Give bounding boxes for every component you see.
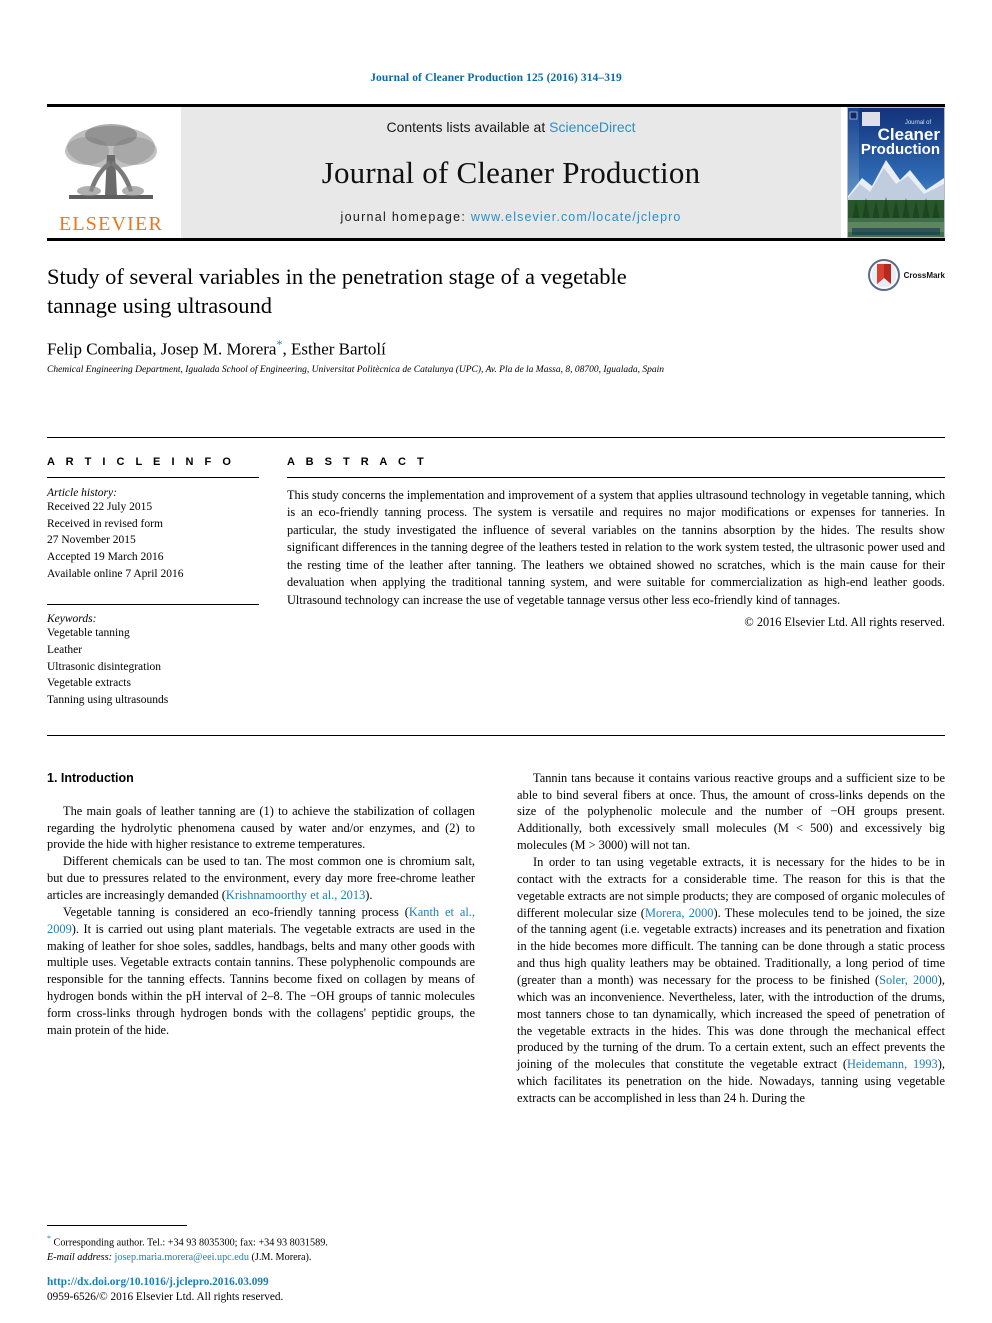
corresponding-author-text: Corresponding author. Tel.: +34 93 80353…: [53, 1237, 328, 1249]
article-info-column: A R T I C L E I N F O Article history: R…: [47, 456, 287, 709]
affiliation: Chemical Engineering Department, Igualad…: [47, 365, 665, 376]
keyword-item: Vegetable tanning: [47, 627, 130, 640]
homepage-prefix: journal homepage:: [340, 210, 471, 224]
contents-prefix: Contents lists available at: [386, 119, 550, 135]
crossmark-icon: [867, 259, 900, 291]
body-column-right: Tannin tans because it contains various …: [517, 770, 945, 1107]
abstract-copyright: © 2016 Elsevier Ltd. All rights reserved…: [744, 615, 945, 630]
body-paragraph: Vegetable tanning is considered an eco-f…: [47, 904, 475, 1039]
body-paragraph: In order to tan using vegetable extracts…: [517, 854, 945, 1107]
email-suffix: (J.M. Morera).: [251, 1251, 312, 1263]
journal-homepage-link[interactable]: www.elsevier.com/locate/jclepro: [471, 210, 682, 224]
footnote-divider: [47, 1225, 187, 1227]
keyword-item: Tanning using ultrasounds: [47, 694, 169, 707]
citation-link[interactable]: Heidemann, 1993: [847, 1057, 938, 1071]
article-history-label: Article history:: [47, 487, 117, 499]
keywords-block: Keywords: Vegetable tanning Leather Ultr…: [47, 604, 259, 708]
keyword-item: Leather: [47, 644, 83, 657]
issn-copyright: 0959-6526/© 2016 Elsevier Ltd. All right…: [47, 1290, 284, 1303]
elsevier-wordmark: ELSEVIER: [58, 213, 164, 235]
body-paragraph: The main goals of leather tanning are (1…: [47, 803, 475, 854]
info-abstract-row: A R T I C L E I N F O Article history: R…: [47, 437, 945, 709]
cover-artwork: Journal of Cleaner Production: [848, 108, 944, 237]
article-info-divider: [47, 477, 259, 478]
abstract-column: A B S T R A C T This study concerns the …: [287, 456, 945, 709]
doi-block: http://dx.doi.org/10.1016/j.jclepro.2016…: [47, 1275, 283, 1306]
paper-page: Journal of Cleaner Production 125 (2016)…: [0, 0, 992, 1323]
article-info-heading: A R T I C L E I N F O: [47, 456, 235, 468]
journal-homepage-line: journal homepage: www.elsevier.com/locat…: [341, 210, 682, 224]
history-item: Available online 7 April 2016: [47, 567, 184, 580]
footnote-star-icon: *: [47, 1234, 51, 1244]
author-list: Felip Combalia, Josep M. Morera*, Esther…: [47, 337, 945, 360]
body-columns: 1. Introduction The main goals of leathe…: [47, 770, 945, 1107]
abstract-divider: [287, 477, 945, 478]
abstract-heading: A B S T R A C T: [287, 456, 428, 468]
citation-link[interactable]: Morera, 2000: [645, 906, 714, 920]
citation-link[interactable]: Soler, 2000: [879, 973, 938, 987]
paragraph-text: ). It is carried out using plant materia…: [47, 921, 475, 1037]
body-paragraph: Tannin tans because it contains various …: [517, 770, 945, 854]
elsevier-tree-icon: [65, 124, 157, 199]
keyword-item: Ultrasonic disintegration: [47, 660, 162, 673]
history-item: 27 November 2015: [47, 534, 136, 547]
page-title: Study of several variables in the penetr…: [47, 264, 627, 318]
footnote-block: * Corresponding author. Tel.: +34 93 803…: [47, 1225, 451, 1265]
history-item: Received in revised form: [47, 517, 163, 530]
paragraph-text: ).: [365, 888, 373, 903]
title-block: CrossMark Study of several variables in …: [47, 238, 945, 413]
journal-cover-thumbnail: Journal of Cleaner Production: [847, 107, 945, 238]
crossmark-label: CrossMark: [903, 270, 945, 280]
keywords-divider: [47, 604, 259, 606]
masthead-center-panel: Contents lists available at ScienceDirec…: [181, 107, 841, 238]
history-item: Accepted 19 March 2016: [47, 551, 164, 564]
journal-title: Journal of Cleaner Production: [321, 154, 701, 190]
keyword-item: Vegetable extracts: [47, 677, 131, 690]
abstract-text: This study concerns the implementation a…: [287, 488, 945, 607]
body-column-left: 1. Introduction The main goals of leathe…: [47, 770, 475, 1107]
body-top-divider: [47, 734, 945, 736]
sciencedirect-link[interactable]: ScienceDirect: [549, 119, 635, 135]
right-column-paragraphs: Tannin tans because it contains various …: [517, 770, 945, 1107]
section-title-introduction: 1. Introduction: [47, 770, 134, 785]
paragraph-text: Vegetable tanning is considered an eco-f…: [63, 904, 409, 919]
contents-available-line: Contents lists available at ScienceDirec…: [386, 119, 635, 135]
elsevier-logo: ELSEVIER: [47, 107, 175, 238]
journal-masthead: ELSEVIER Contents lists available at Sci…: [47, 104, 945, 238]
authors-main: Felip Combalia, Josep M. Morera: [47, 339, 277, 359]
running-head: Journal of Cleaner Production 125 (2016)…: [370, 72, 622, 84]
left-column-paragraphs: The main goals of leather tanning are (1…: [47, 803, 475, 1039]
authors-tail: , Esther Bartolí: [282, 339, 386, 359]
svg-text:Production: Production: [861, 141, 940, 158]
crossmark-badge[interactable]: CrossMark: [867, 259, 945, 291]
history-item: Received 22 July 2015: [47, 501, 153, 513]
doi-link[interactable]: http://dx.doi.org/10.1016/j.jclepro.2016…: [47, 1275, 283, 1290]
email-note: E-mail address: josep.maria.morera@eei.u…: [47, 1251, 451, 1265]
email-link[interactable]: josep.maria.morera@eei.upc.edu: [115, 1252, 249, 1263]
corresponding-author-note: * Corresponding author. Tel.: +34 93 803…: [47, 1233, 451, 1251]
email-label: E-mail address:: [47, 1251, 112, 1263]
paragraph-text: The main goals of leather tanning are (1…: [47, 803, 475, 852]
citation-link[interactable]: Krishnamoorthy et al., 2013: [226, 888, 365, 902]
keywords-label: Keywords:: [47, 613, 97, 626]
paragraph-text: Tannin tans because it contains various …: [517, 770, 945, 853]
body-paragraph: Different chemicals can be used to tan. …: [47, 853, 475, 904]
